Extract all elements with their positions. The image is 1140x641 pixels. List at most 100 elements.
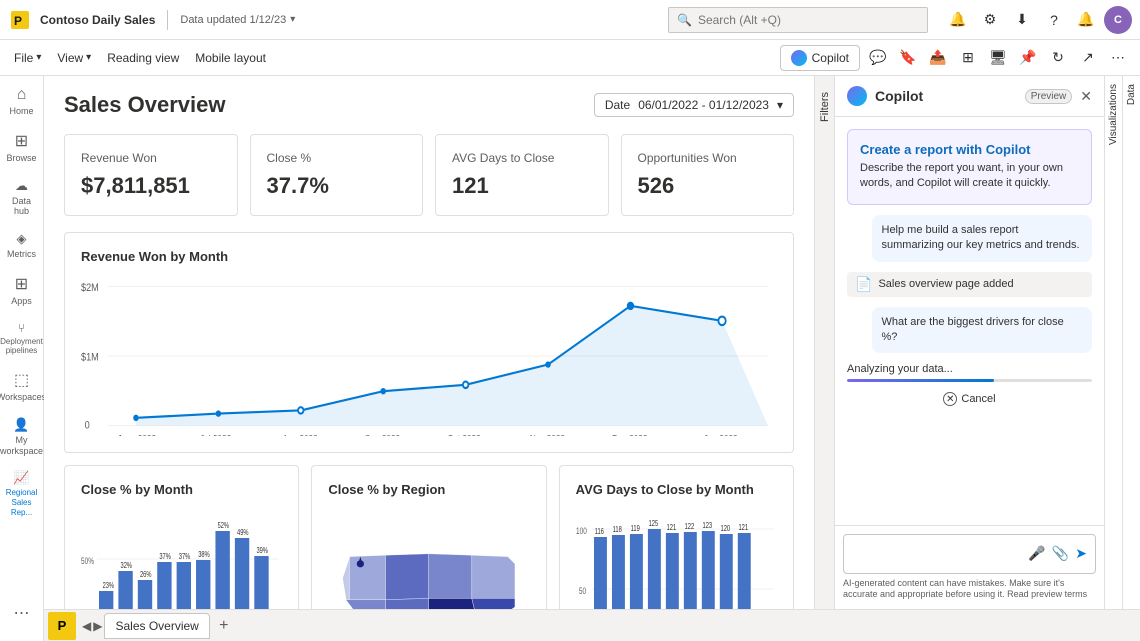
sidebar-item-workspaces[interactable]: ⬚ Workspaces [2, 364, 42, 409]
kpi-value-days: 121 [452, 173, 592, 199]
filters-panel[interactable]: Filters [814, 76, 834, 609]
map-container [328, 509, 529, 609]
svg-text:Dec 2022: Dec 2022 [612, 433, 647, 436]
download-icon[interactable]: ⬇ [1008, 6, 1036, 34]
reading-view-btn[interactable]: Reading view [101, 45, 185, 71]
copilot-button[interactable]: Copilot [780, 45, 860, 71]
copilot-logo-icon [791, 50, 807, 66]
copilot-input-box[interactable]: 🎤 📎 ➤ [843, 534, 1096, 574]
data-label[interactable]: Data [1126, 84, 1137, 105]
line-chart-svg: $2M $1M 0 [81, 276, 777, 436]
mic-icon[interactable]: 🎤 [1028, 545, 1045, 562]
alerts-icon[interactable]: 🔔 [1072, 6, 1100, 34]
help-icon[interactable]: ? [1040, 6, 1068, 34]
settings-icon[interactable]: ⚙ [976, 6, 1004, 34]
svg-text:37%: 37% [179, 553, 190, 561]
svg-text:Oct 2022: Oct 2022 [447, 433, 480, 436]
report-main: Sales Overview Date 06/01/2022 - 01/12/2… [44, 76, 814, 609]
svg-text:$1M: $1M [81, 352, 99, 364]
date-filter[interactable]: Date 06/01/2022 - 01/12/2023 ▾ [594, 93, 794, 117]
data-panel[interactable]: Data [1122, 76, 1140, 609]
sidebar-item-apps[interactable]: ⊞ Apps [2, 268, 42, 313]
search-input[interactable] [698, 13, 919, 27]
us-map-svg [328, 509, 529, 609]
mobile-layout-btn[interactable]: Mobile layout [189, 45, 272, 71]
chevron-down-icon: ▾ [86, 52, 91, 63]
view-menu[interactable]: View ▾ [51, 45, 97, 71]
bottom-tabbar: P ◀ ▶ Sales Overview + [44, 609, 1140, 641]
filters-label[interactable]: Filters [819, 92, 831, 122]
page-added-notification: 📄 Sales overview page added [847, 272, 1092, 297]
pin-icon[interactable]: 📌 [1014, 44, 1042, 72]
kpi-label-days: AVG Days to Close [452, 151, 592, 165]
svg-text:52%: 52% [218, 522, 229, 530]
svg-text:26%: 26% [140, 571, 151, 579]
visualizations-panel[interactable]: Visualizations [1104, 76, 1122, 609]
last-updated: Data updated 1/12/23 ▾ [180, 14, 295, 26]
tab-nav-left: ◀ ▶ [82, 619, 102, 633]
svg-text:50%: 50% [81, 556, 94, 566]
cancel-label: Cancel [961, 393, 995, 405]
avg-days-svg: 100 50 0 116 118 [576, 509, 777, 609]
sidebar-item-home[interactable]: ⌂ Home [2, 80, 42, 123]
close-icon[interactable]: ✕ [1080, 88, 1092, 105]
sidebar-item-deployment[interactable]: ⑂ Deployment pipelines [2, 315, 42, 362]
svg-text:121: 121 [666, 524, 676, 532]
deployment-icon: ⑂ [18, 321, 25, 335]
display-icon[interactable]: 🖥 [984, 44, 1012, 72]
export-icon[interactable]: 📤 [924, 44, 952, 72]
copilot-header-icon [847, 86, 867, 106]
kpi-label-opps: Opportunities Won [638, 151, 778, 165]
revenue-chart-card: Revenue Won by Month $2M $1M 0 [64, 232, 794, 453]
send-icon[interactable]: ➤ [1075, 545, 1087, 562]
sidebar-item-myworkspace[interactable]: 👤 My workspace [2, 411, 42, 463]
svg-text:P: P [14, 14, 22, 28]
sidebar-item-browse[interactable]: ⊞ Browse [2, 125, 42, 170]
cancel-icon: ✕ [943, 392, 957, 406]
refresh-icon[interactable]: ↻ [1044, 44, 1072, 72]
sidebar-item-metrics[interactable]: ◈ Metrics [2, 225, 42, 266]
kpi-card-close: Close % 37.7% [250, 134, 424, 216]
search-icon: 🔍 [677, 13, 692, 27]
svg-text:$2M: $2M [81, 282, 99, 294]
secondary-toolbar: File ▾ View ▾ Reading view Mobile layout… [0, 40, 1140, 76]
svg-text:June 2022: June 2022 [118, 433, 156, 436]
tab-nav-prev[interactable]: ◀ [82, 619, 91, 633]
tab-nav-next[interactable]: ▶ [93, 619, 102, 633]
file-menu[interactable]: File ▾ [8, 45, 47, 71]
view-toggle-icon[interactable]: ⊞ [954, 44, 982, 72]
svg-text:116: 116 [594, 528, 603, 536]
svg-text:122: 122 [684, 523, 694, 531]
copilot-disclaimer: AI-generated content can have mistakes. … [843, 578, 1096, 601]
search-box[interactable]: 🔍 [668, 7, 928, 33]
visualizations-label[interactable]: Visualizations [1108, 84, 1119, 145]
more-options-icon[interactable]: ⋯ [1104, 44, 1132, 72]
copilot-panel: Copilot Preview ✕ Create a report with C… [834, 76, 1104, 609]
avatar[interactable]: C [1104, 6, 1132, 34]
svg-text:50: 50 [579, 586, 587, 596]
copilot-title: Copilot [875, 88, 1017, 104]
add-tab-button[interactable]: + [212, 614, 236, 638]
bottom-charts: Close % by Month 50% 0% [64, 465, 794, 609]
share-icon[interactable]: ↗ [1074, 44, 1102, 72]
sidebar-item-regionalsales[interactable]: 📈 Regional Sales Rep... [2, 464, 42, 523]
home-icon: ⌂ [17, 86, 27, 104]
datahub-icon: ☁ [15, 178, 28, 194]
svg-text:100: 100 [576, 526, 587, 536]
close-region-title: Close % by Region [328, 482, 529, 497]
bookmark-icon[interactable]: 🔖 [894, 44, 922, 72]
chevron-down-icon[interactable]: ▾ [290, 14, 295, 25]
tab-sales-overview[interactable]: Sales Overview [104, 613, 209, 639]
cancel-button[interactable]: ✕ Cancel [943, 392, 995, 406]
analyzing-text: Analyzing your data... [847, 363, 1092, 375]
sidebar-item-datahub[interactable]: ☁ Data hub [2, 172, 42, 224]
line-chart-container: $2M $1M 0 [81, 276, 777, 436]
top-bar: P Contoso Daily Sales Data updated 1/12/… [0, 0, 1140, 40]
chat-bubble-user1: Help me build a sales report summarizing… [872, 215, 1093, 262]
page-icon: 📄 [855, 276, 872, 293]
sidebar-item-more[interactable]: ⋯ [2, 597, 42, 629]
svg-text:Aug 2022: Aug 2022 [282, 433, 317, 436]
attach-icon[interactable]: 📎 [1052, 545, 1069, 562]
comment-icon[interactable]: 💬 [864, 44, 892, 72]
notifications-icon[interactable]: 🔔 [944, 6, 972, 34]
